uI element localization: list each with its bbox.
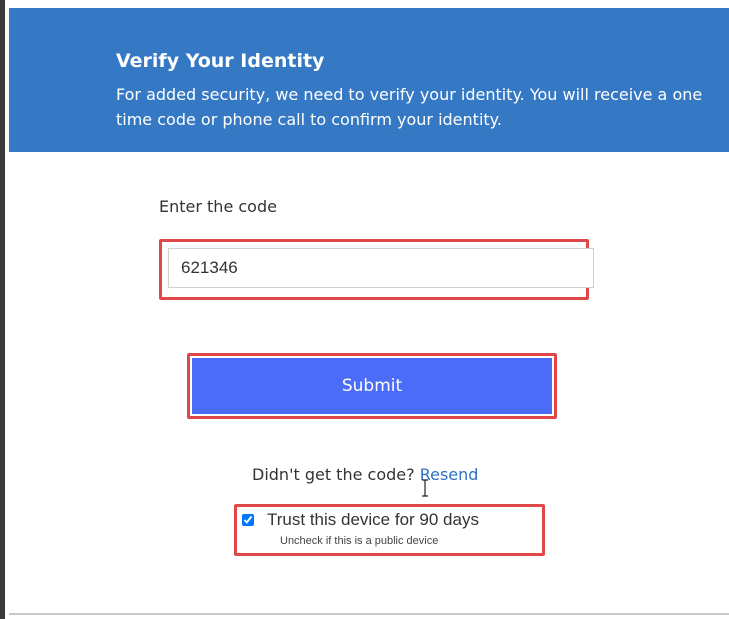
text-cursor-icon (422, 479, 428, 497)
page-title: Verify Your Identity (116, 50, 325, 72)
trust-device-highlight: Trust this device for 90 days Uncheck if… (234, 504, 545, 556)
window-edge (0, 0, 5, 619)
resend-prompt: Didn't get the code? (252, 465, 415, 484)
resend-line: Didn't get the code? Resend (252, 465, 478, 484)
submit-highlight: Submit (187, 353, 557, 419)
trust-device-checkbox[interactable] (242, 514, 254, 526)
trust-device-label[interactable]: Trust this device for 90 days (267, 510, 479, 530)
trust-device-hint: Uncheck if this is a public device (280, 535, 439, 547)
verify-panel: Verify Your Identity For added security,… (9, 8, 729, 615)
code-field-highlight (159, 239, 594, 300)
header-banner: Verify Your Identity For added security,… (9, 8, 729, 152)
code-label: Enter the code (159, 197, 277, 216)
code-input[interactable] (168, 248, 594, 288)
page-subtitle: For added security, we need to verify yo… (116, 85, 703, 129)
submit-button[interactable]: Submit (192, 358, 552, 414)
